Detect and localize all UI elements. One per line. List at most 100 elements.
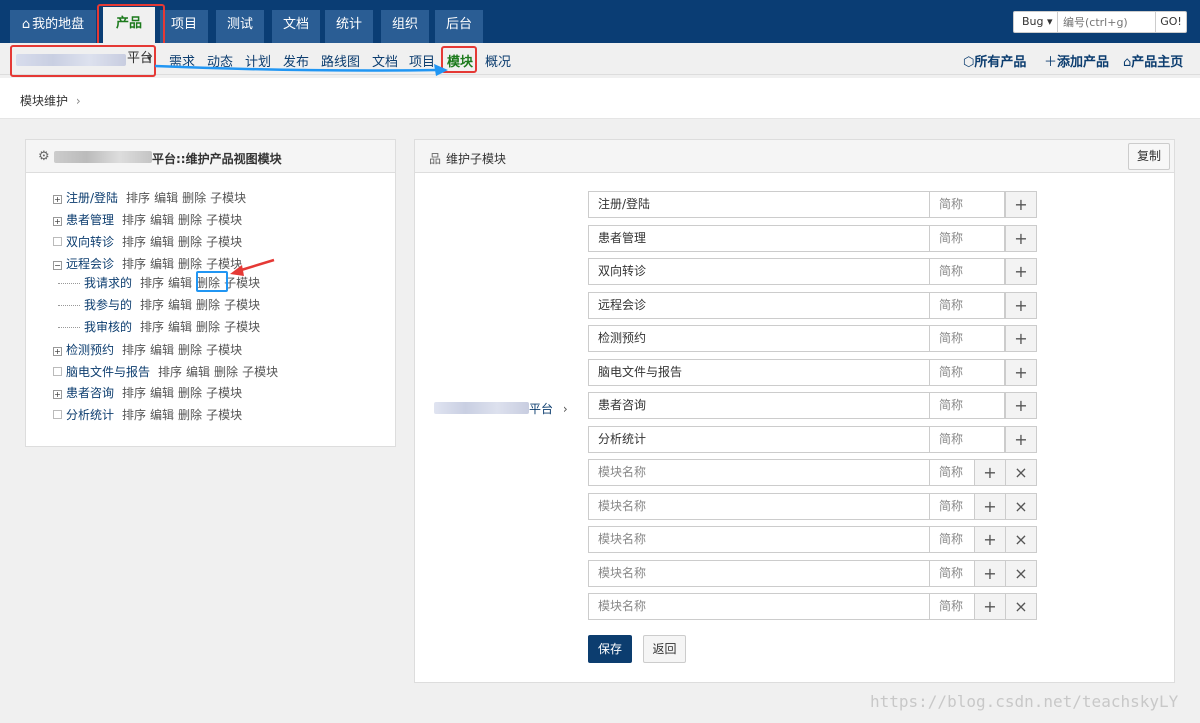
edit-link[interactable]: 编辑 — [154, 191, 178, 205]
module-name-link[interactable]: 患者管理 — [66, 213, 114, 227]
short-name-field[interactable]: 简称 — [929, 191, 1005, 218]
module-name-field[interactable]: 患者咨询 — [588, 392, 930, 419]
submodule-link[interactable]: 子模块 — [206, 386, 242, 400]
short-name-field[interactable]: 简称 — [929, 292, 1005, 319]
short-name-field[interactable]: 简称 — [929, 560, 975, 587]
add-row-button[interactable]: + — [1005, 325, 1037, 352]
short-name-field[interactable]: 简称 — [929, 225, 1005, 252]
delete-link[interactable]: 删除 — [178, 386, 202, 400]
module-name-link[interactable]: 双向转诊 — [66, 235, 114, 249]
module-name-field[interactable]: 模块名称 — [588, 593, 930, 620]
expand-icon[interactable]: + — [53, 195, 62, 204]
add-row-button[interactable]: + — [1005, 225, 1037, 252]
add-row-button[interactable]: + — [1005, 191, 1037, 218]
tab-doc[interactable]: 文档 — [272, 10, 320, 43]
expand-icon[interactable]: + — [53, 217, 62, 226]
sort-link[interactable]: 排序 — [122, 257, 146, 271]
sort-link[interactable]: 排序 — [122, 386, 146, 400]
submodule-link[interactable]: 子模块 — [206, 343, 242, 357]
all-products-link[interactable]: ⬡所有产品 — [963, 51, 1026, 70]
tab-org[interactable]: 组织 — [381, 10, 429, 43]
edit-link[interactable]: 编辑 — [168, 298, 192, 312]
edit-link[interactable]: 编辑 — [150, 257, 174, 271]
module-name-field[interactable]: 模块名称 — [588, 526, 930, 553]
sort-link[interactable]: 排序 — [140, 298, 164, 312]
delete-link[interactable]: 删除 — [214, 365, 238, 379]
edit-link[interactable]: 编辑 — [150, 343, 174, 357]
sort-link[interactable]: 排序 — [140, 276, 164, 290]
module-name-field[interactable]: 注册/登陆 — [588, 191, 930, 218]
submodule-link[interactable]: 子模块 — [210, 191, 246, 205]
add-row-button[interactable]: + — [1005, 359, 1037, 386]
delete-link[interactable]: 删除 — [178, 213, 202, 227]
submodule-link[interactable]: 子模块 — [206, 235, 242, 249]
delete-link[interactable]: 删除 — [178, 235, 202, 249]
remove-row-button[interactable]: × — [1005, 493, 1037, 520]
sort-link[interactable]: 排序 — [126, 191, 150, 205]
edit-link[interactable]: 编辑 — [150, 386, 174, 400]
sort-link[interactable]: 排序 — [122, 343, 146, 357]
tab-stats[interactable]: 统计 — [325, 10, 373, 43]
sort-link[interactable]: 排序 — [140, 320, 164, 334]
module-name-field[interactable]: 模块名称 — [588, 560, 930, 587]
tab-my-dashboard[interactable]: ⌂ 我的地盘 — [10, 10, 96, 43]
short-name-field[interactable]: 简称 — [929, 359, 1005, 386]
back-button[interactable]: 返回 — [643, 635, 686, 663]
delete-link[interactable]: 删除 — [178, 408, 202, 422]
delete-link[interactable]: 删除 — [196, 298, 220, 312]
module-name-link[interactable]: 脑电文件与报告 — [66, 365, 150, 379]
module-name-field[interactable]: 检测预约 — [588, 325, 930, 352]
delete-link[interactable]: 删除 — [178, 343, 202, 357]
search-type-select[interactable]: Bug ▾ — [1013, 11, 1058, 33]
subnav-link-overview[interactable]: 概况 — [485, 51, 511, 70]
breadcrumb-item[interactable]: 模块维护 — [20, 94, 68, 108]
add-row-button[interactable]: + — [974, 560, 1006, 587]
short-name-field[interactable]: 简称 — [929, 258, 1005, 285]
submodule-link[interactable]: 子模块 — [206, 408, 242, 422]
module-name-field[interactable]: 患者管理 — [588, 225, 930, 252]
add-row-button[interactable]: + — [974, 593, 1006, 620]
module-name-field[interactable]: 双向转诊 — [588, 258, 930, 285]
edit-link[interactable]: 编辑 — [168, 320, 192, 334]
tab-admin[interactable]: 后台 — [435, 10, 483, 43]
short-name-field[interactable]: 简称 — [929, 526, 975, 553]
delete-link[interactable]: 删除 — [182, 191, 206, 205]
go-button[interactable]: GO! — [1156, 11, 1187, 33]
sort-link[interactable]: 排序 — [122, 408, 146, 422]
module-name-field[interactable]: 模块名称 — [588, 459, 930, 486]
sort-link[interactable]: 排序 — [158, 365, 182, 379]
add-row-button[interactable]: + — [974, 493, 1006, 520]
search-input[interactable] — [1058, 11, 1156, 33]
add-row-button[interactable]: + — [1005, 258, 1037, 285]
short-name-field[interactable]: 简称 — [929, 426, 1005, 453]
module-name-link[interactable]: 检测预约 — [66, 343, 114, 357]
add-row-button[interactable]: + — [1005, 426, 1037, 453]
short-name-field[interactable]: 简称 — [929, 325, 1005, 352]
module-name-field[interactable]: 分析统计 — [588, 426, 930, 453]
collapse-icon[interactable]: − — [53, 261, 62, 270]
add-row-button[interactable]: + — [974, 459, 1006, 486]
module-name-field[interactable]: 脑电文件与报告 — [588, 359, 930, 386]
copy-button[interactable]: 复制 — [1128, 143, 1170, 170]
product-home-link[interactable]: ⌂产品主页 — [1123, 51, 1183, 70]
expand-icon[interactable]: + — [53, 347, 62, 356]
remove-row-button[interactable]: × — [1005, 560, 1037, 587]
edit-link[interactable]: 编辑 — [150, 408, 174, 422]
add-row-button[interactable]: + — [1005, 392, 1037, 419]
tab-test[interactable]: 测试 — [216, 10, 264, 43]
remove-row-button[interactable]: × — [1005, 593, 1037, 620]
add-product-link[interactable]: ＋添加产品 — [1044, 51, 1109, 70]
remove-row-button[interactable]: × — [1005, 459, 1037, 486]
tab-project[interactable]: 项目 — [160, 10, 208, 43]
submodule-link[interactable]: 子模块 — [206, 213, 242, 227]
sort-link[interactable]: 排序 — [122, 235, 146, 249]
add-row-button[interactable]: + — [974, 526, 1006, 553]
expand-icon[interactable]: + — [53, 390, 62, 399]
submodule-link[interactable]: 子模块 — [224, 298, 260, 312]
short-name-field[interactable]: 简称 — [929, 459, 975, 486]
module-name-link[interactable]: 我参与的 — [84, 298, 132, 312]
short-name-field[interactable]: 简称 — [929, 593, 975, 620]
submodule-link[interactable]: 子模块 — [242, 365, 278, 379]
remove-row-button[interactable]: × — [1005, 526, 1037, 553]
edit-link[interactable]: 编辑 — [150, 235, 174, 249]
